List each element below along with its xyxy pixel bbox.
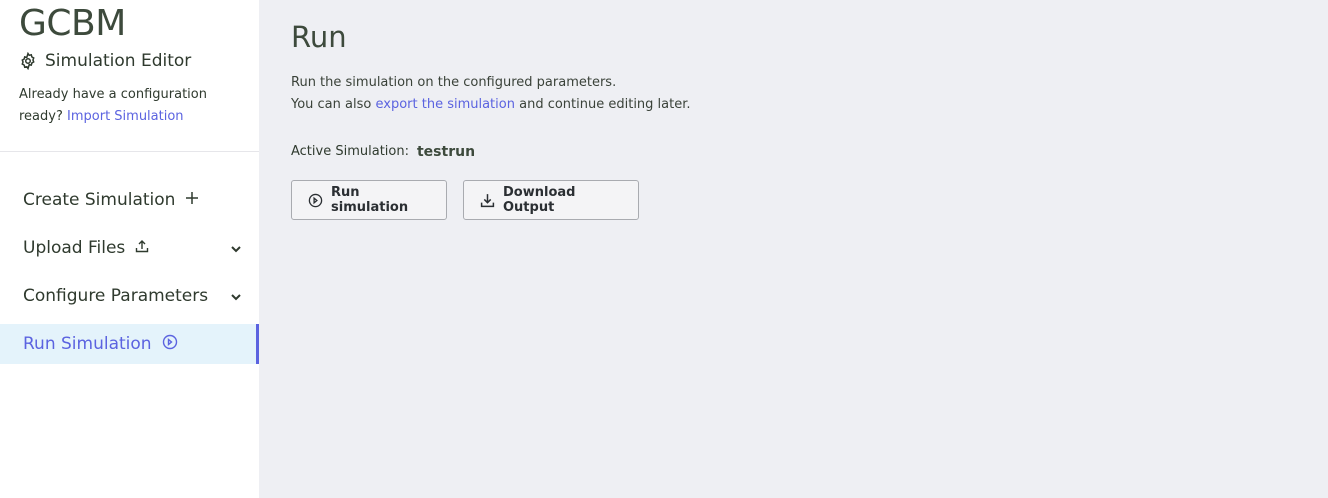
plus-icon	[185, 190, 199, 210]
sidebar-item-create-simulation[interactable]: Create Simulation	[0, 180, 259, 220]
sidebar-item-label: Create Simulation	[23, 190, 176, 210]
run-simulation-button[interactable]: Run simulation	[291, 180, 447, 220]
page-title: Run	[291, 20, 347, 54]
chevron-down-icon[interactable]	[229, 241, 243, 255]
description-line-2: You can also export the simulation and c…	[291, 94, 691, 116]
gear-icon	[19, 51, 37, 71]
play-circle-icon	[162, 334, 178, 355]
description-text: and continue editing later.	[519, 97, 691, 112]
sidebar-item-upload-files[interactable]: Upload Files	[0, 228, 259, 268]
download-output-button[interactable]: Download Output	[463, 180, 639, 220]
import-simulation-link[interactable]: Import Simulation	[67, 109, 184, 124]
sidebar-item-label: Configure Parameters	[23, 286, 209, 306]
sidebar-item-configure-parameters[interactable]: Configure Parameters	[0, 276, 259, 316]
play-circle-icon	[308, 193, 323, 208]
sidebar: GCBM Simulation Editor Already have a co…	[0, 0, 259, 498]
import-prompt: Already have a configuration ready? Impo…	[19, 84, 239, 128]
download-output-label: Download Output	[503, 185, 576, 215]
run-simulation-label: Run simulation	[331, 185, 409, 215]
export-simulation-link[interactable]: export the simulation	[375, 97, 514, 112]
description-text: You can also	[291, 97, 372, 112]
chevron-down-icon[interactable]	[229, 289, 243, 303]
active-simulation-label: Active Simulation:	[291, 144, 409, 159]
brand-title: GCBM	[19, 3, 126, 44]
active-simulation-value: testrun	[416, 144, 476, 160]
sidebar-item-run-simulation[interactable]: Run Simulation	[0, 324, 259, 364]
active-simulation: Active Simulation: testrun	[291, 141, 475, 163]
upload-icon	[135, 238, 149, 258]
sidebar-item-label: Run Simulation	[23, 334, 152, 354]
description-line-1: Run the simulation on the configured par…	[291, 75, 617, 90]
main-content: Run Run the simulation on the configured…	[259, 0, 1328, 498]
divider	[0, 151, 259, 152]
editor-subtitle: Simulation Editor	[45, 51, 192, 71]
editor-heading: Simulation Editor	[19, 50, 191, 72]
run-description: Run the simulation on the configured par…	[291, 72, 691, 116]
sidebar-item-label: Upload Files	[23, 238, 126, 258]
download-icon	[480, 193, 495, 208]
